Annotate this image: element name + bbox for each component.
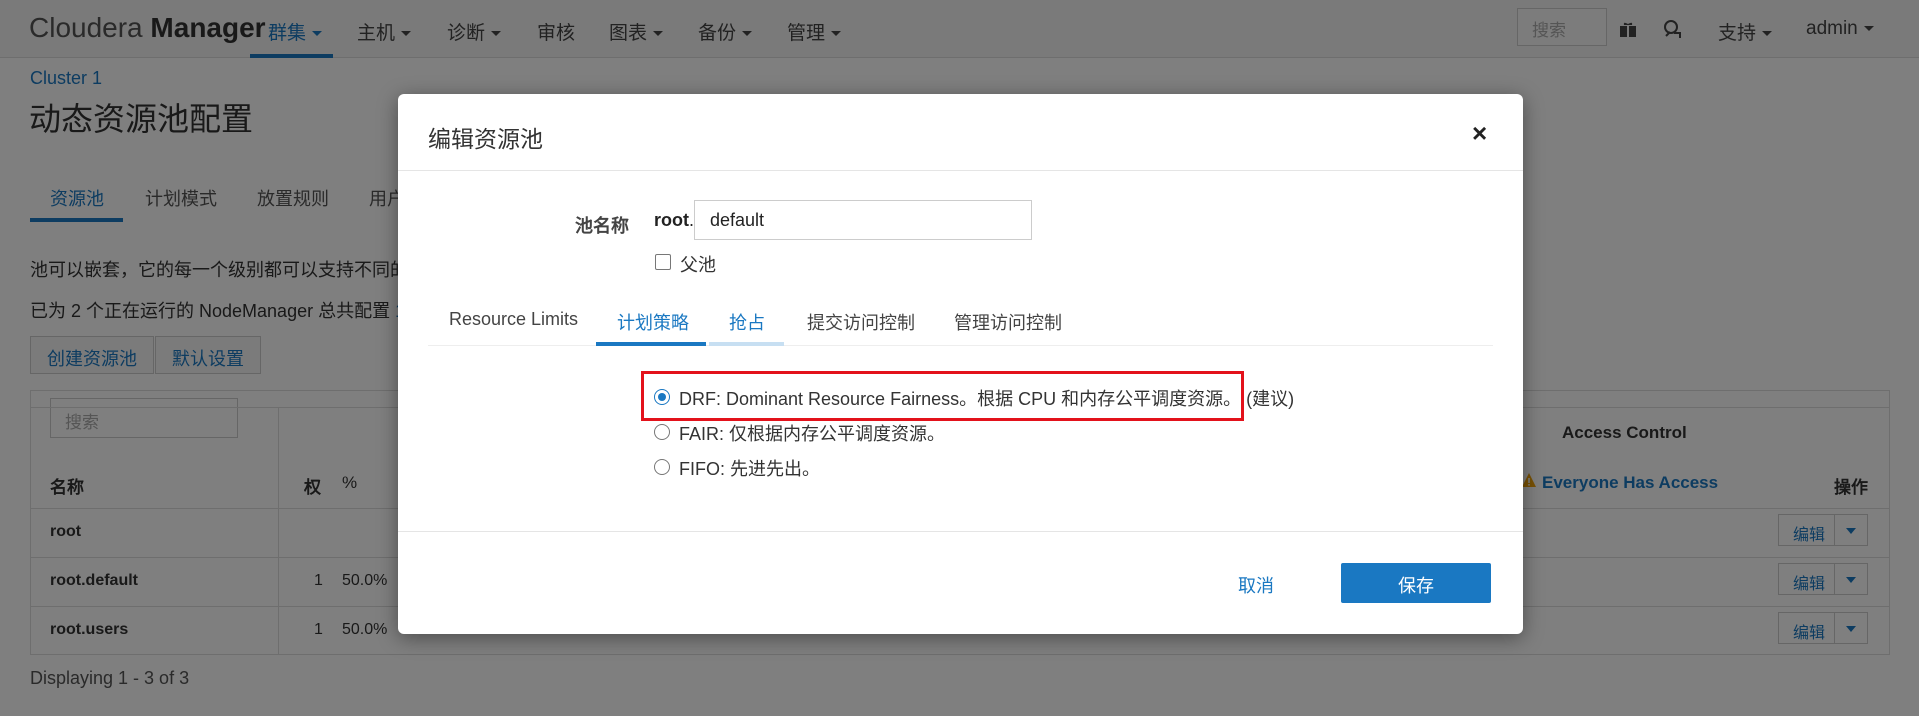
parent-pool-checkbox[interactable] — [655, 254, 671, 270]
policy-radio-drf[interactable] — [654, 389, 670, 405]
parent-pool-label[interactable]: 父池 — [680, 251, 716, 277]
pool-name-input[interactable]: default — [694, 200, 1032, 240]
pool-parent-prefix: root. — [654, 210, 695, 230]
policy-label-drf[interactable]: DRF: Dominant Resource Fairness。根据 CPU 和… — [679, 385, 1294, 411]
policy-label-fair[interactable]: FAIR: 仅根据内存公平调度资源。 — [679, 420, 945, 446]
dialog-tabs-divider — [428, 345, 1493, 346]
dialog-title: 编辑资源池 — [428, 126, 543, 152]
policy-radio-fifo[interactable] — [654, 459, 670, 475]
save-button[interactable]: 保存 — [1341, 563, 1491, 603]
pool-name-label: 池名称 — [575, 216, 629, 236]
dialog-divider — [398, 531, 1523, 532]
tab-hover-indicator — [709, 342, 784, 346]
policy-label-fifo[interactable]: FIFO: 先进先出。 — [679, 455, 820, 481]
tab-scheduling-policy[interactable]: 计划策略 — [617, 309, 689, 335]
close-icon[interactable]: × — [1472, 118, 1487, 149]
dialog-divider — [398, 170, 1523, 171]
tab-resource-limits[interactable]: Resource Limits — [449, 309, 578, 330]
cancel-button[interactable]: 取消 — [1238, 572, 1274, 598]
tab-active-indicator — [596, 342, 706, 346]
policy-radio-fair[interactable] — [654, 424, 670, 440]
tab-admin-access-control[interactable]: 管理访问控制 — [954, 309, 1062, 335]
tab-submit-access-control[interactable]: 提交访问控制 — [807, 309, 915, 335]
edit-pool-dialog: 编辑资源池 × 池名称 root. default 父池 Resource Li… — [398, 94, 1523, 634]
tab-preemption[interactable]: 抢占 — [729, 309, 765, 335]
